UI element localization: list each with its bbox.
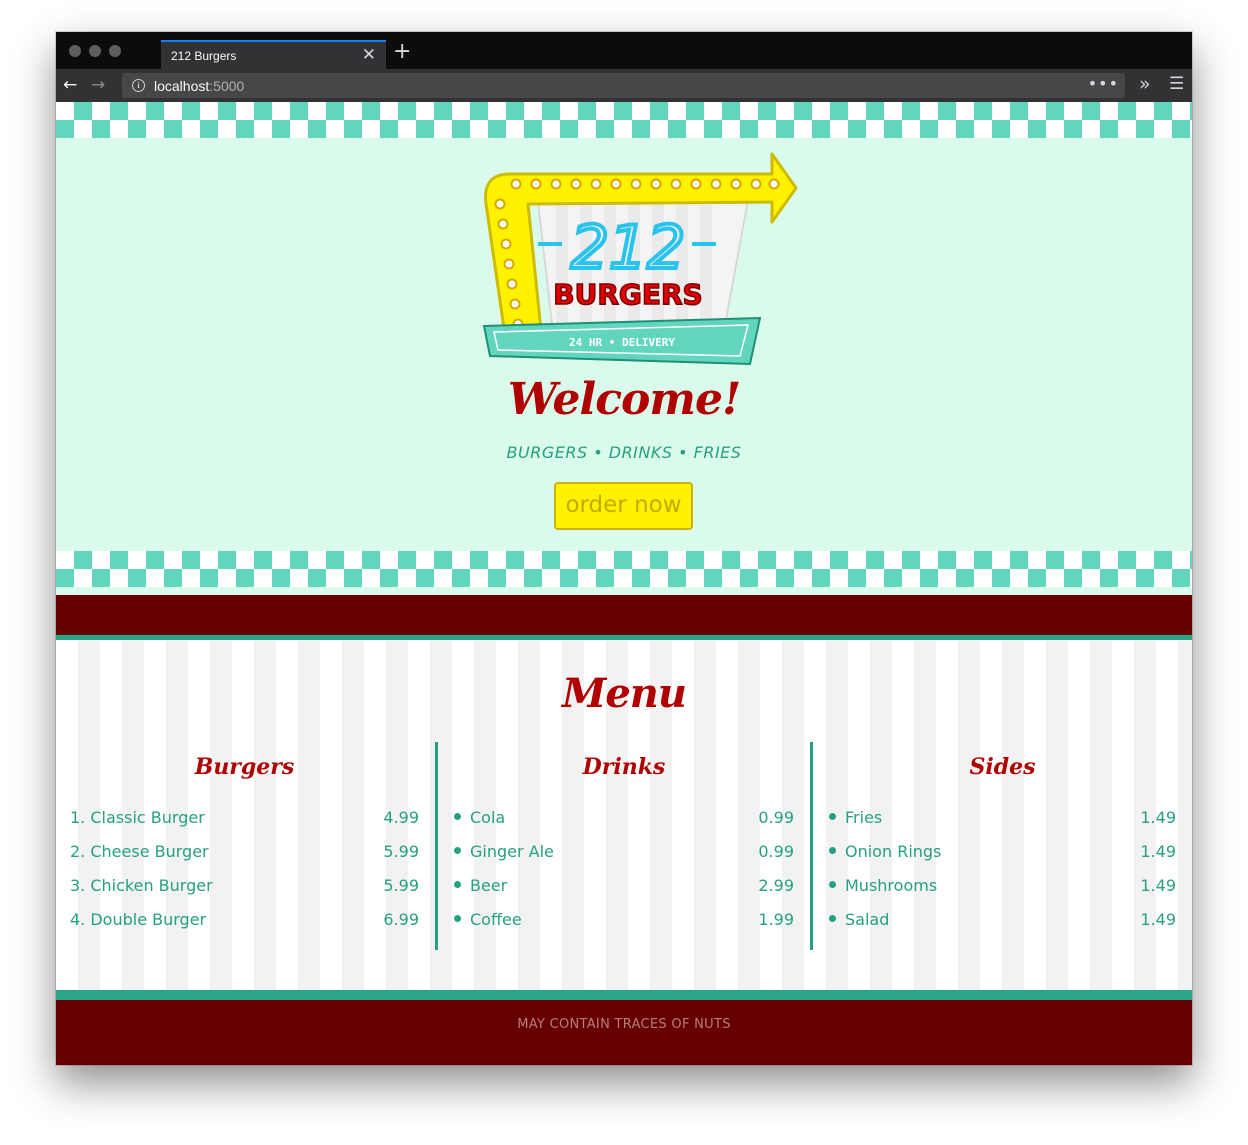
column-heading: Drinks bbox=[582, 754, 666, 780]
menu-item: 3. Chicken Burger 5.99 bbox=[70, 876, 419, 910]
tab-active[interactable]: 212 Burgers ✕ bbox=[161, 40, 386, 69]
menu-column-sides: Sides Fries 1.49 Onion Rings 1.49 Mushroom… bbox=[829, 742, 1176, 950]
item-name: 2. Cheese Burger bbox=[70, 842, 209, 861]
browser-window: 212 Burgers ✕ + ← → i localhost:5000 •••… bbox=[56, 32, 1192, 1065]
item-price: 1.49 bbox=[1140, 876, 1176, 895]
close-window-button[interactable] bbox=[69, 45, 81, 57]
item-price: 4.99 bbox=[383, 808, 419, 827]
item-name: Mushrooms bbox=[845, 876, 938, 895]
page-content: 212 BURGERS 24 HR • DELIVERY Welcome! BU… bbox=[56, 102, 1192, 1065]
logo-word: BURGERS bbox=[553, 278, 702, 311]
menu-list: Cola 0.99 Ginger Ale 0.99 Beer 2.99 Coffee 1… bbox=[454, 808, 794, 944]
item-price: 2.99 bbox=[758, 876, 794, 895]
url-host: localhost bbox=[154, 78, 210, 94]
item-price: 1.49 bbox=[1140, 842, 1176, 861]
menu-item: 4. Double Burger 6.99 bbox=[70, 910, 419, 944]
url-port: :5000 bbox=[209, 78, 245, 94]
menu-item: 2. Cheese Burger 5.99 bbox=[70, 842, 419, 876]
order-now-button[interactable]: order now bbox=[554, 482, 693, 530]
menu-item: Fries 1.49 bbox=[829, 808, 1176, 842]
overflow-chevron-icon[interactable]: » bbox=[1139, 73, 1151, 95]
bullet-icon bbox=[454, 881, 461, 888]
item-name: Ginger Ale bbox=[470, 842, 554, 861]
welcome-heading: Welcome! bbox=[507, 374, 742, 425]
menu-item: Ginger Ale 0.99 bbox=[454, 842, 794, 876]
menu-item: Mushrooms 1.49 bbox=[829, 876, 1176, 910]
item-price: 0.99 bbox=[758, 808, 794, 827]
menu-column-drinks: Drinks Cola 0.99 Ginger Ale 0.99 Beer 2.99 … bbox=[454, 742, 794, 950]
menu-item: Beer 2.99 bbox=[454, 876, 794, 910]
item-name: 1. Classic Burger bbox=[70, 808, 205, 827]
maximize-window-button[interactable] bbox=[109, 45, 121, 57]
item-name: 3. Chicken Burger bbox=[70, 876, 213, 895]
menu-item: Coffee 1.99 bbox=[454, 910, 794, 944]
column-heading: Sides bbox=[969, 754, 1036, 780]
logo-strip-text: 24 HR • DELIVERY bbox=[569, 336, 675, 349]
tagline: BURGERS • DRINKS • FRIES bbox=[506, 443, 742, 462]
close-icon[interactable]: ✕ bbox=[362, 45, 376, 65]
item-price: 5.99 bbox=[383, 876, 419, 895]
tab-title: 212 Burgers bbox=[171, 49, 237, 63]
item-price: 0.99 bbox=[758, 842, 794, 861]
url-bar[interactable]: i localhost:5000 ••• bbox=[122, 73, 1125, 98]
item-price: 1.49 bbox=[1140, 808, 1176, 827]
footer: MAY CONTAIN TRACES OF NUTS bbox=[56, 1000, 1192, 1065]
menu-list: 1. Classic Burger 4.99 2. Cheese Burger 5.… bbox=[70, 808, 419, 944]
back-arrow-icon[interactable]: ← bbox=[63, 74, 77, 96]
bullet-icon bbox=[454, 813, 461, 820]
hero-section: 212 BURGERS 24 HR • DELIVERY Welcome! BU… bbox=[56, 102, 1192, 595]
column-divider bbox=[810, 742, 813, 950]
title-bar: 212 Burgers ✕ + bbox=[56, 32, 1192, 69]
menu-title: Menu bbox=[562, 670, 687, 717]
hamburger-menu-icon[interactable]: ☰ bbox=[1169, 73, 1184, 95]
column-heading: Burgers bbox=[194, 754, 295, 780]
footer-text: MAY CONTAIN TRACES OF NUTS bbox=[517, 1017, 731, 1032]
item-price: 1.49 bbox=[1140, 910, 1176, 929]
bullet-icon bbox=[829, 847, 836, 854]
item-price: 5.99 bbox=[383, 842, 419, 861]
bullet-icon bbox=[829, 915, 836, 922]
item-name: Cola bbox=[470, 808, 506, 827]
column-divider bbox=[435, 742, 438, 950]
item-name: Salad bbox=[845, 910, 890, 929]
item-price: 6.99 bbox=[383, 910, 419, 929]
menu-column-burgers: Burgers 1. Classic Burger 4.99 2. Cheese … bbox=[70, 742, 419, 950]
info-icon[interactable]: i bbox=[132, 79, 145, 92]
item-price: 1.99 bbox=[758, 910, 794, 929]
menu-item: 1. Classic Burger 4.99 bbox=[70, 808, 419, 842]
item-name: 4. Double Burger bbox=[70, 910, 207, 929]
bullet-icon bbox=[454, 915, 461, 922]
page-actions-icon[interactable]: ••• bbox=[1088, 74, 1119, 93]
bullet-icon bbox=[829, 813, 836, 820]
bullet-icon bbox=[454, 847, 461, 854]
menu-list: Fries 1.49 Onion Rings 1.49 Mushrooms 1.49 … bbox=[829, 808, 1176, 944]
nav-bar: ← → i localhost:5000 ••• » ☰ bbox=[56, 69, 1192, 102]
checker-border-top bbox=[56, 102, 1192, 138]
item-name: Onion Rings bbox=[845, 842, 942, 861]
menu-item: Onion Rings 1.49 bbox=[829, 842, 1176, 876]
new-tab-icon[interactable]: + bbox=[393, 40, 411, 64]
teal-divider bbox=[56, 990, 1192, 1000]
minimize-window-button[interactable] bbox=[89, 45, 101, 57]
maroon-band bbox=[56, 595, 1192, 635]
url-text: localhost:5000 bbox=[154, 78, 244, 94]
item-name: Fries bbox=[845, 808, 883, 827]
menu-section: Menu Burgers 1. Classic Burger 4.99 2. Ch… bbox=[56, 640, 1192, 990]
menu-item: Cola 0.99 bbox=[454, 808, 794, 842]
logo-number: 212 bbox=[571, 213, 686, 283]
item-name: Beer bbox=[470, 876, 508, 895]
bullet-icon bbox=[829, 881, 836, 888]
checker-border-bottom bbox=[56, 551, 1192, 587]
item-name: Coffee bbox=[470, 910, 522, 929]
forward-arrow-icon[interactable]: → bbox=[91, 74, 105, 96]
menu-item: Salad 1.49 bbox=[829, 910, 1176, 944]
diner-sign-logo: 212 BURGERS 24 HR • DELIVERY bbox=[482, 152, 798, 366]
